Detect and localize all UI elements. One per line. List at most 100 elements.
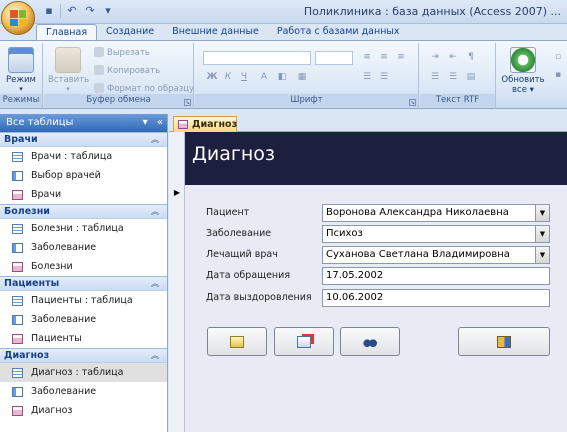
visit-date-field[interactable]: 17.05.2002 bbox=[322, 267, 550, 285]
nav-item[interactable]: Диагноз bbox=[0, 401, 167, 420]
font-name-combo[interactable] bbox=[203, 51, 311, 65]
views-group: Режим ▾ Режимы bbox=[0, 43, 43, 109]
nav-group-patients[interactable]: Пациенты ︽ bbox=[0, 276, 167, 291]
numbered-list-icon[interactable]: ☰ bbox=[446, 71, 460, 84]
customize-icon[interactable]: ▾ bbox=[101, 4, 115, 18]
view-button[interactable]: Режим ▾ bbox=[2, 45, 40, 93]
close-form-button[interactable] bbox=[458, 327, 550, 356]
refresh-label-2: все ▾ bbox=[512, 85, 534, 95]
nav-pane-header[interactable]: Все таблицы ▾ « bbox=[0, 114, 167, 132]
bullets-icon[interactable]: ☰ bbox=[360, 71, 374, 84]
patient-combo[interactable]: Воронова Александра Николаевна ▼ bbox=[322, 204, 550, 222]
tab-home[interactable]: Главная bbox=[36, 24, 98, 41]
underline-button[interactable]: Ч bbox=[237, 71, 251, 84]
nav-item[interactable]: Выбор врачей bbox=[0, 166, 167, 185]
record-selector[interactable]: ▶ bbox=[169, 185, 185, 201]
nav-item[interactable]: Диагноз : таблица bbox=[0, 363, 167, 382]
paragraph-icon[interactable]: ¶ bbox=[464, 51, 478, 64]
field-label-doctor: Лечащий врач bbox=[206, 249, 278, 260]
paste-button[interactable]: Вставить ▾ bbox=[48, 45, 89, 93]
scissors-icon bbox=[94, 47, 104, 57]
record-selector-bar: ▶ bbox=[169, 132, 185, 432]
numbering-icon[interactable]: ☰ bbox=[377, 71, 391, 84]
decrease-indent-icon[interactable]: ⇤ bbox=[446, 51, 460, 64]
view-button-label: Режим bbox=[6, 75, 36, 85]
title-bar: ▪ ↶ ↷ ▾ Поликлиника : база данных (Acces… bbox=[0, 0, 567, 24]
nav-item[interactable]: Болезни bbox=[0, 257, 167, 276]
nav-item[interactable]: Пациенты : таблица bbox=[0, 291, 167, 310]
highlight-icon[interactable]: ▤ bbox=[464, 71, 478, 84]
copy-icon bbox=[94, 65, 104, 75]
tab-database-tools[interactable]: Работа с базами данных bbox=[268, 24, 409, 41]
copy-button[interactable]: Копировать bbox=[94, 65, 160, 76]
chevron-down-icon[interactable]: ▼ bbox=[535, 247, 549, 263]
visit-date-value: 17.05.2002 bbox=[326, 270, 384, 281]
office-button[interactable] bbox=[1, 1, 35, 35]
undo-icon[interactable]: ↶ bbox=[65, 4, 79, 18]
field-label-visit-date: Дата обращения bbox=[206, 270, 291, 281]
delete-record-button[interactable] bbox=[274, 327, 334, 356]
nav-item[interactable]: Врачи : таблица bbox=[0, 147, 167, 166]
document-tab-label: Диагноз bbox=[192, 119, 238, 130]
new-record-icon[interactable]: ▫ bbox=[551, 51, 565, 64]
save-record-icon[interactable]: ▪ bbox=[551, 69, 565, 82]
chevron-down-icon[interactable]: ▼ bbox=[535, 205, 549, 221]
nav-item[interactable]: Заболевание bbox=[0, 382, 167, 401]
save-icon[interactable]: ▪ bbox=[42, 4, 56, 18]
collapse-pane-icon[interactable]: « bbox=[157, 117, 163, 128]
chevron-down-icon: ▾ bbox=[19, 85, 23, 93]
format-painter-label: Формат по образцу bbox=[107, 84, 195, 94]
exit-door-icon bbox=[497, 335, 511, 348]
align-left-icon[interactable]: ≡ bbox=[360, 51, 374, 64]
bullet-list-icon[interactable]: ☰ bbox=[428, 71, 442, 84]
format-painter-button[interactable]: Формат по образцу bbox=[94, 83, 194, 94]
refresh-all-button[interactable]: Обновить все ▾ bbox=[499, 45, 547, 95]
dialog-launcher-icon[interactable]: ↘ bbox=[184, 99, 191, 106]
cut-button[interactable]: Вырезать bbox=[94, 47, 150, 58]
bold-button[interactable]: Ж bbox=[205, 71, 219, 84]
form-header: Диагноз bbox=[185, 132, 567, 185]
document-tab[interactable]: Диагноз bbox=[173, 116, 237, 132]
chevron-down-icon[interactable]: ▼ bbox=[535, 226, 549, 242]
align-right-icon[interactable]: ≡ bbox=[394, 51, 408, 64]
records-group: Обновить все ▾ ▫ ▪ bbox=[497, 43, 567, 109]
nav-group-doctors[interactable]: Врачи ︽ bbox=[0, 132, 167, 147]
nav-item[interactable]: Болезни : таблица bbox=[0, 219, 167, 238]
field-label-disease: Заболевание bbox=[206, 228, 272, 239]
disease-combo[interactable]: Психоз ▼ bbox=[322, 225, 550, 243]
chevron-down-icon: ▾ bbox=[66, 85, 70, 93]
form-icon bbox=[178, 120, 188, 129]
chevron-down-icon[interactable]: ▾ bbox=[143, 117, 148, 128]
form-icon bbox=[12, 190, 23, 200]
office-logo-icon bbox=[10, 10, 26, 26]
font-size-combo[interactable] bbox=[315, 51, 353, 65]
nav-pane-title: Все таблицы bbox=[6, 117, 74, 128]
chevron-up-icon: ︽ bbox=[151, 135, 159, 144]
new-record-button[interactable] bbox=[207, 327, 267, 356]
dialog-launcher-icon[interactable]: ↘ bbox=[409, 99, 416, 106]
nav-group-diseases[interactable]: Болезни ︽ bbox=[0, 204, 167, 219]
tab-create[interactable]: Создание bbox=[97, 24, 163, 41]
nav-item[interactable]: Врачи bbox=[0, 185, 167, 204]
form-icon bbox=[12, 334, 23, 344]
fill-color-icon[interactable]: ◧ bbox=[275, 71, 289, 84]
window-title: Поликлиника : база данных (Access 2007) … bbox=[303, 5, 561, 18]
nav-group-diagnosis[interactable]: Диагноз ︽ bbox=[0, 348, 167, 363]
recovery-date-field[interactable]: 10.06.2002 bbox=[322, 289, 550, 307]
gridlines-icon[interactable]: ▦ bbox=[295, 71, 309, 84]
find-record-button[interactable] bbox=[340, 327, 400, 356]
redo-icon[interactable]: ↷ bbox=[83, 4, 97, 18]
nav-item[interactable]: Пациенты bbox=[0, 329, 167, 348]
align-center-icon[interactable]: ≡ bbox=[377, 51, 391, 64]
italic-button[interactable]: К bbox=[221, 71, 235, 84]
nav-item[interactable]: Заболевание bbox=[0, 310, 167, 329]
doctor-combo[interactable]: Суханова Светлана Владимировна ▼ bbox=[322, 246, 550, 264]
nav-item[interactable]: Заболевание bbox=[0, 238, 167, 257]
tab-external-data[interactable]: Внешние данные bbox=[163, 24, 268, 41]
font-color-icon[interactable]: A bbox=[257, 71, 271, 84]
increase-indent-icon[interactable]: ⇥ bbox=[428, 51, 442, 64]
field-label-patient: Пациент bbox=[206, 207, 250, 218]
quick-access-toolbar: ▪ ↶ ↷ ▾ bbox=[42, 4, 115, 18]
format-painter-icon bbox=[94, 83, 104, 93]
doctor-value: Суханова Светлана Владимировна bbox=[326, 249, 510, 260]
